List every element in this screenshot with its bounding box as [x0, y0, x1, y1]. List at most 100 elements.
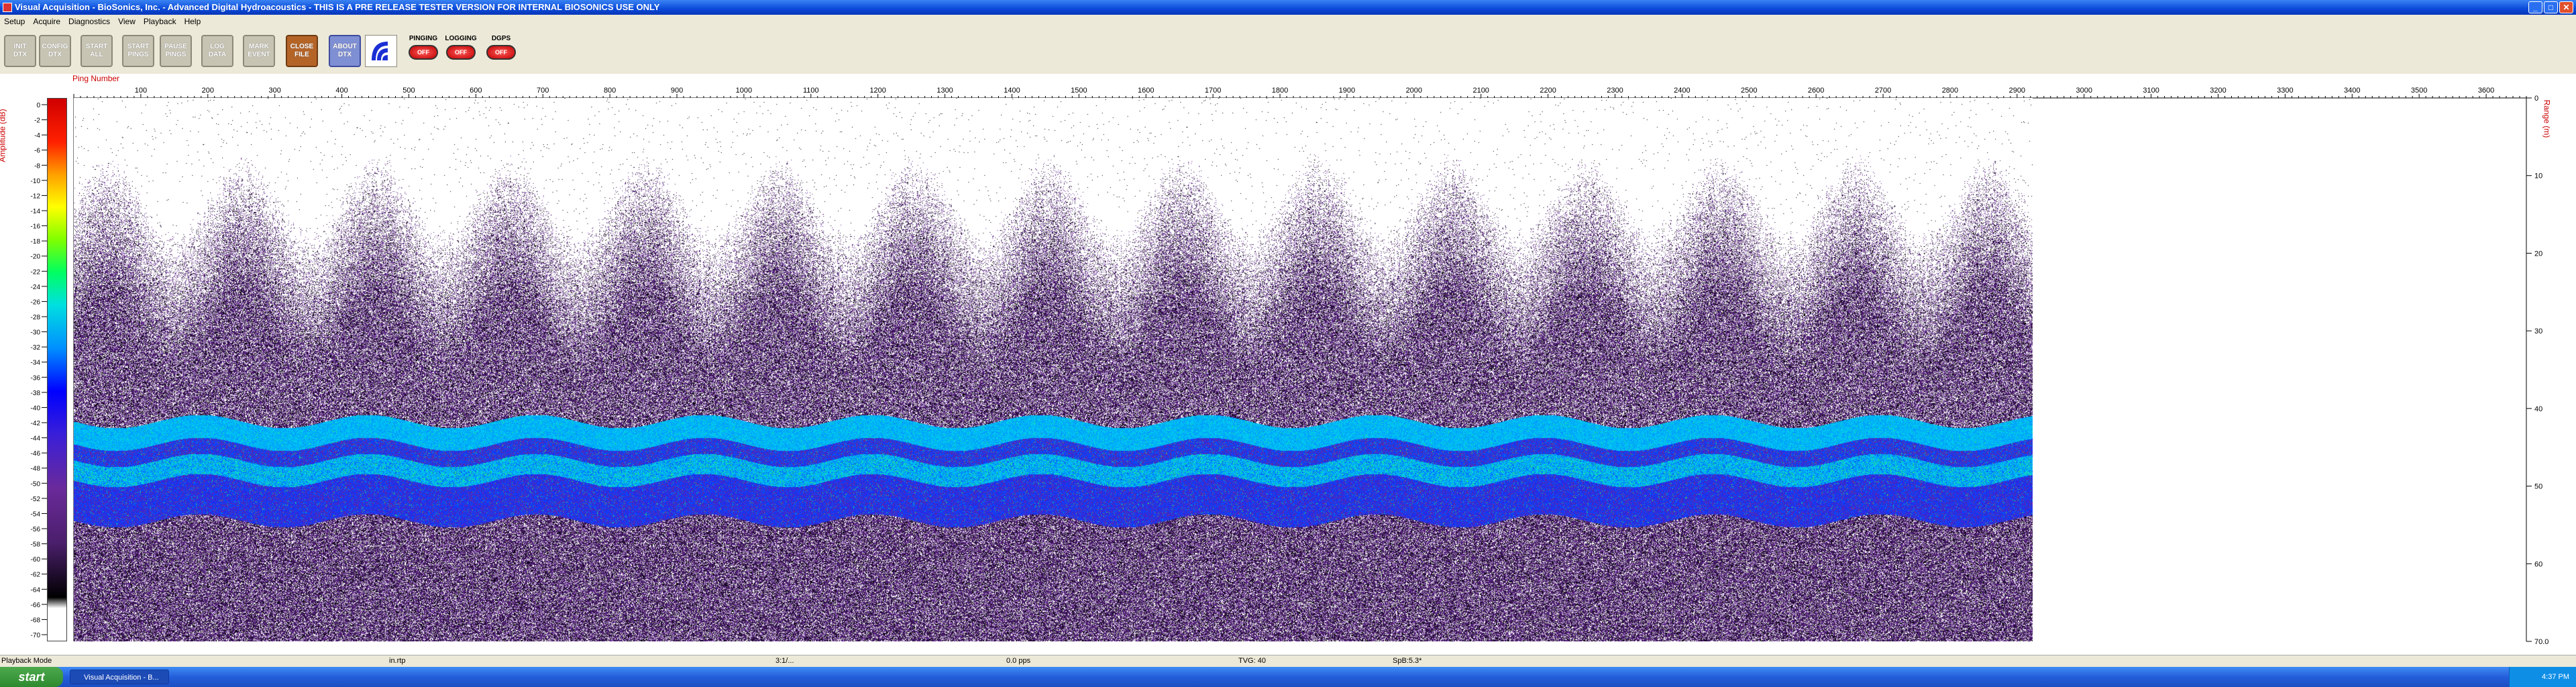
ping-tick-label: 800	[604, 87, 616, 95]
ping-tick-label: 3500	[2411, 87, 2427, 95]
status-time: 3:1/...	[775, 657, 794, 665]
status-tvg: TVG: 40	[1238, 657, 1266, 665]
range-tick-label: 60	[2534, 560, 2542, 568]
range-tick-label: 70.0	[2534, 638, 2548, 646]
dgps-lamp: OFF	[486, 45, 516, 60]
status-pps: 0.0 pps	[1006, 657, 1031, 665]
ping-tick-label: 400	[335, 87, 347, 95]
start-pings-button[interactable]: START PINGS	[122, 35, 154, 67]
logging-indicator: LOGGING OFF	[443, 35, 479, 67]
amplitude-tick-label: -14	[31, 208, 41, 215]
start-all-button[interactable]: START ALL	[80, 35, 113, 67]
ping-tick-label: 1200	[869, 87, 885, 95]
ping-tick-label: 2500	[1741, 87, 1757, 95]
amplitude-tick-label: -28	[31, 314, 41, 321]
ping-tick-label: 1600	[1138, 87, 1154, 95]
logging-lamp: OFF	[446, 45, 476, 60]
pause-pings-button[interactable]: PAUSE PINGS	[160, 35, 192, 67]
amplitude-tick-label: -56	[31, 526, 41, 533]
toolbar: INIT DTX CONFIG DTX START ALL START PING…	[0, 28, 2576, 74]
ping-tick-label: 2200	[1540, 87, 1556, 95]
log-data-button[interactable]: LOG DATA	[201, 35, 233, 67]
status-bar: Playback Mode in.rtp 3:1/... 0.0 pps TVG…	[0, 655, 2576, 668]
amplitude-tick-label: -22	[31, 268, 41, 276]
amplitude-tick-label: -36	[31, 374, 41, 382]
close-file-button[interactable]: CLOSE FILE	[286, 35, 318, 67]
range-tick-label: 10	[2534, 172, 2542, 180]
ping-tick-label: 2900	[2009, 87, 2025, 95]
menu-acquire[interactable]: Acquire	[29, 15, 64, 28]
ping-tick-label: 2300	[1607, 87, 1623, 95]
ping-tick-label: 3200	[2210, 87, 2226, 95]
ping-tick-label: 300	[268, 87, 280, 95]
amplitude-tick-label: -46	[31, 450, 41, 458]
menu-diagnostics[interactable]: Diagnostics	[64, 15, 114, 28]
amplitude-tick-label: -26	[31, 299, 41, 306]
window-controls: _ □ ✕	[2528, 1, 2573, 13]
amplitude-tick-label: -66	[31, 602, 41, 609]
title-bar: Visual Acquisition - BioSonics, Inc. - A…	[0, 0, 2576, 15]
range-tick-label: 40	[2534, 405, 2542, 413]
echogram-canvas[interactable]	[74, 98, 2033, 641]
status-mode: Playback Mode	[1, 657, 52, 665]
amplitude-tick-label: -54	[31, 511, 41, 518]
start-button[interactable]: start	[0, 667, 63, 687]
amplitude-tick-label: -44	[31, 435, 41, 443]
amplitude-tick-label: -50	[31, 480, 41, 488]
taskbar-item-visual-acquisition[interactable]: Visual Acquisition - B...	[70, 670, 169, 684]
ping-tick-label: 2700	[1875, 87, 1891, 95]
amplitude-tick-label: -62	[31, 572, 41, 579]
amplitude-tick-label: 0	[36, 102, 40, 109]
ping-tick-label: 2400	[1674, 87, 1690, 95]
pinging-indicator: PINGING OFF	[405, 35, 441, 67]
status-spb: SpB:5.3*	[1393, 657, 1422, 665]
close-button[interactable]: ✕	[2559, 1, 2573, 13]
amplitude-tick-label: -58	[31, 541, 41, 549]
amplitude-tick-label: -48	[31, 466, 41, 473]
menu-help[interactable]: Help	[180, 15, 205, 28]
window-title: Visual Acquisition - BioSonics, Inc. - A…	[15, 2, 660, 12]
ping-tick-label: 1700	[1205, 87, 1221, 95]
amplitude-tick-label: -42	[31, 420, 41, 427]
ping-tick-label: 2000	[1406, 87, 1422, 95]
amplitude-tick-label: -34	[31, 360, 41, 367]
biosonics-logo	[365, 35, 397, 67]
ping-tick-label: 100	[135, 87, 147, 95]
ping-tick-label: 1900	[1339, 87, 1355, 95]
amplitude-tick-label: -32	[31, 344, 41, 352]
config-dtx-button[interactable]: CONFIG DTX	[39, 35, 71, 67]
app-icon	[3, 3, 12, 12]
amplitude-tick-label: -52	[31, 496, 41, 503]
menu-view[interactable]: View	[114, 15, 140, 28]
amplitude-tick-label: -20	[31, 254, 41, 261]
ping-tick-label: 600	[470, 87, 482, 95]
amplitude-tick-label: -4	[34, 132, 40, 140]
range-tick-label: 50	[2534, 483, 2542, 491]
maximize-button[interactable]: □	[2544, 1, 2558, 13]
range-tick-label: 0	[2534, 95, 2538, 103]
ping-tick-label: 1500	[1071, 87, 1087, 95]
ping-tick-label: 200	[202, 87, 214, 95]
ping-tick-label: 3300	[2277, 87, 2293, 95]
menu-setup[interactable]: Setup	[0, 15, 29, 28]
minimize-button[interactable]: _	[2528, 1, 2542, 13]
amplitude-tick-label: -38	[31, 390, 41, 397]
ping-tick-label: 3000	[2076, 87, 2092, 95]
ping-tick-label: 900	[671, 87, 683, 95]
amplitude-tick-label: -2	[34, 117, 40, 125]
ping-tick-label: 3400	[2344, 87, 2360, 95]
amplitude-tick-label: -68	[31, 617, 41, 624]
ping-tick-label: 3600	[2478, 87, 2494, 95]
pinging-lamp: OFF	[409, 45, 438, 60]
amplitude-tick-label: -24	[31, 284, 41, 291]
ping-tick-label: 2800	[1942, 87, 1958, 95]
init-dtx-button[interactable]: INIT DTX	[4, 35, 36, 67]
about-dtx-button[interactable]: ABOUT DTX	[329, 35, 361, 67]
ping-tick-label: 1100	[803, 87, 819, 95]
status-file: in.rtp	[389, 657, 406, 665]
mark-event-button[interactable]: MARK EVENT	[243, 35, 275, 67]
amplitude-tick-label: -16	[31, 223, 41, 231]
menu-playback[interactable]: Playback	[140, 15, 180, 28]
ping-tick-label: 2100	[1472, 87, 1489, 95]
amplitude-tick-label: -6	[34, 148, 40, 155]
